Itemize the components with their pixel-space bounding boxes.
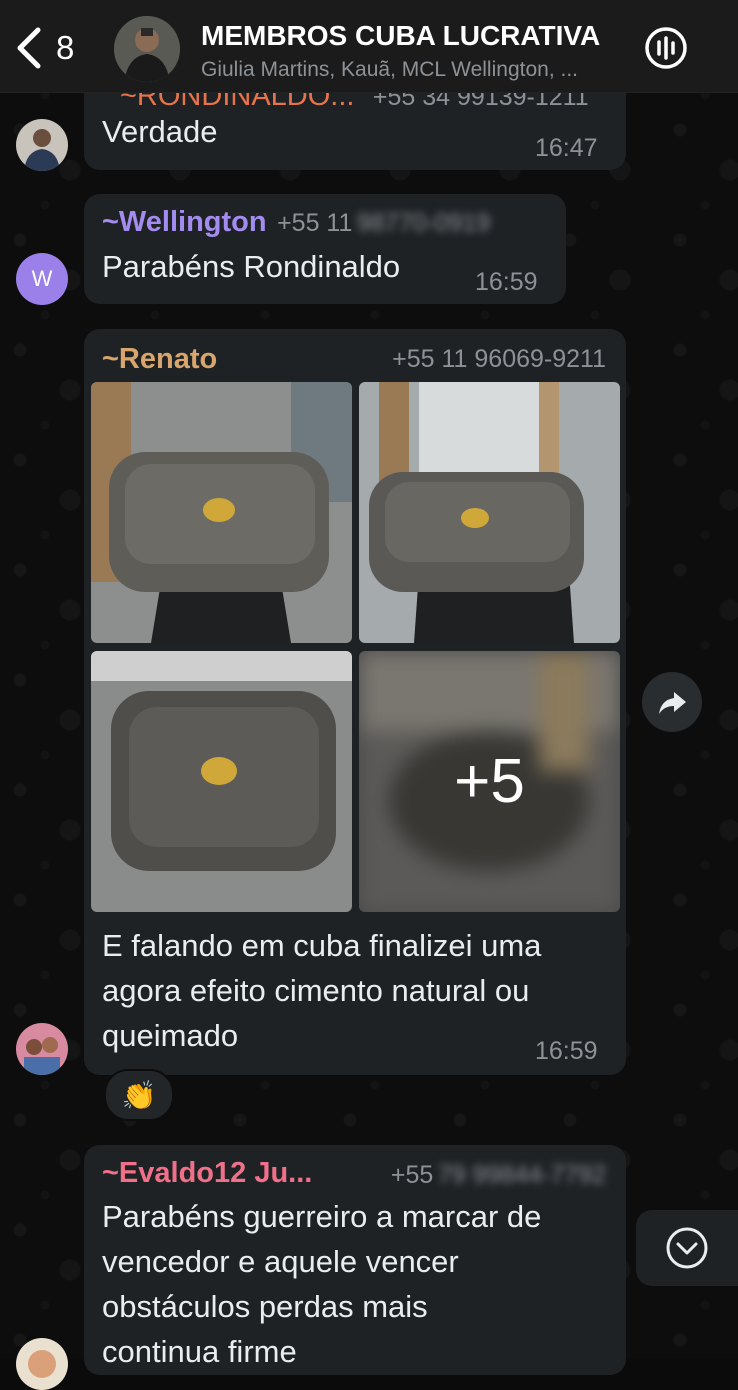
more-photos-count: +5 [454,747,525,816]
sender-name: ~Renato [102,343,218,375]
group-title: MEMBROS CUBA LUCRATIVA [201,20,601,51]
message-time: 16:47 [535,134,598,162]
scroll-to-bottom-button[interactable] [636,1210,738,1286]
message-line: vencedor e aquele vencer [102,1244,459,1279]
avatar-renato[interactable] [16,1023,68,1075]
message-line: continua firme [102,1334,297,1369]
message-text: Parabéns guerreiro a marcar de vencedor … [102,1194,612,1374]
photo-thumbnail-1[interactable] [91,382,352,643]
message-line: agora efeito cimento natural ou [102,973,530,1008]
clap-emoji-icon: 👏 [121,1079,157,1111]
avatar-wellington[interactable]: W [16,253,68,305]
avatar-letter: W [31,266,53,291]
message-text: Verdade [102,114,218,149]
sender-name: ~Wellington [102,206,267,238]
group-members: Giulia Martins, Kauã, MCL Wellington, ..… [201,58,578,81]
message-line: Parabéns guerreiro a marcar de [102,1199,542,1234]
sender-phone-prefix: +55 [390,1161,434,1189]
chat-title-area[interactable]: MEMBROS CUBA LUCRATIVA Giulia Martins, K… [201,20,631,82]
sender-name: ~Evaldo12 Ju... [102,1157,313,1189]
sender-phone-blurred: 79 99844-7792 [437,1161,606,1189]
message-text: Parabéns Rondinaldo [102,249,401,284]
chevron-left-icon [17,27,41,69]
message-time: 16:59 [475,268,538,296]
chevron-down-circle-icon [666,1227,708,1269]
group-avatar[interactable] [114,16,180,82]
forward-button[interactable] [642,672,702,732]
share-forward-icon [659,692,686,714]
message-bubble-evaldo[interactable]: ~Evaldo12 Ju... +55 79 99844-7792 Parabé… [84,1145,626,1375]
sink-photo-image [359,382,620,643]
message-bubble-wellington[interactable]: ~Wellington +55 11 98770-0919 Parabéns R… [84,194,566,304]
audio-call-button[interactable] [642,24,690,72]
unread-count: 8 [56,29,75,66]
avatar-rondinaldo[interactable] [16,119,68,171]
sender-phone: +55 11 96069-9211 [392,345,606,373]
photo-thumbnail-2[interactable] [359,382,620,643]
message-line: E falando em cuba finalizei uma [102,928,542,963]
sender-phone-prefix: +55 11 [277,209,353,237]
reaction-badge[interactable]: 👏 [104,1069,174,1121]
photo-thumbnail-more[interactable]: +5 [359,651,620,912]
chat-header: 8 MEMBROS CUBA LUCRATIVA Giulia Martins,… [0,0,738,93]
audio-call-icon [645,27,687,69]
back-button[interactable]: 8 [10,20,100,76]
message-line: obstáculos perdas mais [102,1289,428,1324]
avatar-evaldo[interactable] [16,1338,68,1390]
message-bubble-renato[interactable]: ~Renato +55 11 96069-9211 +5 E falando e… [84,329,626,1075]
sender-phone-blurred: 98770-0919 [356,209,491,237]
sink-photo-image [91,651,352,912]
photo-thumbnail-3[interactable] [91,651,352,912]
message-time: 16:59 [535,1037,598,1065]
sink-photo-image [91,382,352,643]
